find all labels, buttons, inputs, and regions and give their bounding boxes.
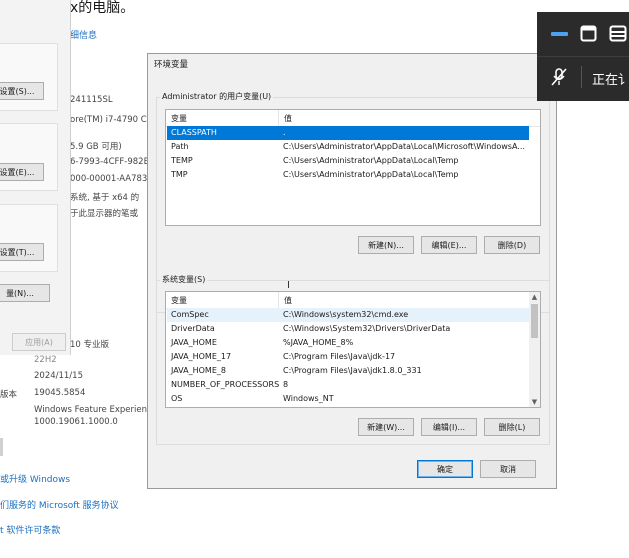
os-build-value: 19045.5854 — [34, 388, 86, 398]
upgrade-windows-link[interactable]: 或升级 Windows — [0, 472, 70, 485]
column-variable[interactable]: 变量 — [171, 113, 187, 124]
system-variables-list[interactable]: 变量 值 ComSpec C:\Windows\system32\cmd.exe… — [165, 291, 541, 408]
column-variable[interactable]: 变量 — [171, 295, 187, 306]
profiles-settings-button[interactable]: 设置(E)... — [0, 163, 44, 181]
ram-fragment: 5.9 GB 可用) — [70, 142, 122, 152]
table-row[interactable]: JAVA_HOME %JAVA_HOME_8% — [167, 336, 530, 350]
column-value[interactable]: 值 — [284, 295, 292, 306]
variable-value: Windows_NT — [283, 394, 334, 403]
user-new-button[interactable]: 新建(N)... — [358, 236, 414, 254]
system-type-fragment: 系统, 基于 x64 的 — [70, 193, 140, 203]
table-row[interactable]: OS Windows_NT — [167, 392, 530, 406]
variable-value: C:\Windows\System32\Drivers\DriverData — [283, 324, 451, 333]
text-cursor-icon: I — [287, 280, 290, 291]
edition-value: 10 专业版 — [70, 340, 110, 350]
page-title-fragment: х的电脑。 — [70, 0, 135, 16]
table-row[interactable]: TEMP C:\Users\Administrator\AppData\Loca… — [167, 154, 529, 168]
apply-button[interactable]: 应用(A) — [12, 333, 66, 351]
user-variables-list[interactable]: 变量 值 CLASSPATH . Path C:\Users\Administr… — [165, 109, 541, 226]
scroll-up-icon[interactable]: ▲ — [529, 292, 540, 302]
table-row[interactable]: DriverData C:\Windows\System32\Drivers\D… — [167, 322, 530, 336]
list-header: 变量 值 — [166, 292, 529, 309]
variable-value: C:\Program Files\Java\jdk1.8.0_331 — [283, 366, 422, 375]
column-separator[interactable] — [278, 110, 279, 126]
version-value: 22H2 — [34, 355, 57, 365]
variable-name: Path — [171, 142, 189, 151]
variable-name: JAVA_HOME_17 — [171, 352, 232, 361]
variable-value: C:\Program Files\Java\jdk-17 — [283, 352, 396, 361]
user-variables-label: Administrator 的用户变量(U) — [160, 91, 274, 102]
variable-value: C:\Users\Administrator\AppData\Local\Tem… — [283, 170, 459, 179]
system-delete-button[interactable]: 删除(L) — [484, 418, 540, 436]
environment-variables-button[interactable]: 量(N)... — [0, 284, 50, 302]
system-variables-label: 系统变量(S) — [160, 274, 208, 285]
os-build-label: 版本 — [0, 390, 18, 400]
list-header: 变量 值 — [166, 110, 540, 127]
menu-icon[interactable] — [609, 25, 627, 42]
vertical-scrollbar[interactable]: ▲ ▼ — [529, 292, 540, 407]
flyout-separator — [581, 66, 582, 88]
experience-value: 1000.19061.1000.0 — [34, 417, 118, 427]
scroll-down-icon[interactable]: ▼ — [529, 397, 540, 407]
variable-name: ComSpec — [171, 310, 209, 319]
variable-value: C:\Windows\system32\cmd.exe — [283, 310, 409, 319]
microphone-muted-icon[interactable] — [551, 68, 567, 86]
install-date-value: 2024/11/15 — [34, 371, 83, 381]
table-row[interactable]: NUMBER_OF_PROCESSORS 8 — [167, 378, 530, 392]
processor-fragment: ore(TM) i7-4790 CF — [70, 115, 152, 125]
user-delete-button[interactable]: 删除(D) — [484, 236, 540, 254]
flyout-divider — [537, 56, 629, 57]
table-row[interactable]: ComSpec C:\Windows\system32\cmd.exe — [167, 308, 530, 322]
environment-variables-dialog: 环境变量 Administrator 的用户变量(U) 变量 值 CLASSPA… — [147, 53, 557, 489]
dialog-title: 环境变量 — [154, 60, 189, 70]
minimize-icon[interactable] — [551, 30, 569, 38]
product-id2-fragment: 000-00001-AA783 — [70, 174, 148, 184]
variable-name: OS — [171, 394, 183, 403]
product-id-fragment: 241115SL — [70, 95, 113, 105]
column-value[interactable]: 值 — [284, 113, 292, 124]
service-agreement-link[interactable]: 们服务的 Microsoft 服务协议 — [0, 498, 119, 511]
table-row[interactable]: TMP C:\Users\Administrator\AppData\Local… — [167, 168, 529, 182]
variable-name: JAVA_HOME — [171, 338, 217, 347]
system-new-button[interactable]: 新建(W)... — [358, 418, 414, 436]
pen-touch-fragment: 于此显示器的笔或 — [70, 209, 139, 219]
recording-flyout: 正在讠 — [537, 12, 629, 101]
details-link[interactable]: 细信息 — [70, 28, 97, 41]
table-row[interactable]: Path C:\Users\Administrator\AppData\Loca… — [167, 140, 529, 154]
window-icon[interactable] — [580, 25, 597, 42]
variable-value: %JAVA_HOME_8% — [283, 338, 354, 347]
variable-name: CLASSPATH — [171, 128, 217, 137]
variable-name: NUMBER_OF_PROCESSORS — [171, 380, 280, 389]
variable-name: JAVA_HOME_8 — [171, 366, 226, 375]
user-edit-button[interactable]: 编辑(E)... — [421, 236, 477, 254]
variable-name: TMP — [171, 170, 188, 179]
device-id-fragment: 6-7993-4CFF-982B — [70, 157, 150, 167]
performance-group — [0, 43, 58, 111]
variable-value: 8 — [283, 380, 289, 389]
variable-value: C:\Users\Administrator\AppData\Local\Tem… — [283, 156, 459, 165]
variable-value: . — [283, 128, 286, 137]
scrollbar-thumb[interactable] — [531, 304, 538, 338]
experience-label: Windows Feature Experienc — [34, 405, 152, 415]
ok-button[interactable]: 确定 — [417, 460, 473, 478]
flyout-toolbar — [537, 12, 629, 56]
startup-recovery-group — [0, 204, 58, 272]
column-separator[interactable] — [278, 292, 279, 308]
status-text: 正在讠 — [592, 73, 629, 88]
performance-settings-button[interactable]: 设置(S)... — [0, 82, 44, 100]
variable-name: DriverData — [171, 324, 215, 333]
variable-value: C:\Users\Administrator\AppData\Local\Mic… — [283, 142, 525, 151]
table-row[interactable]: JAVA_HOME_17 C:\Program Files\Java\jdk-1… — [167, 350, 530, 364]
divider — [0, 438, 3, 456]
startup-settings-button[interactable]: 设置(T)... — [0, 243, 44, 261]
license-terms-link[interactable]: t 软件许可条款 — [0, 523, 60, 536]
cancel-button[interactable]: 取消 — [480, 460, 536, 478]
system-edit-button[interactable]: 编辑(I)... — [421, 418, 477, 436]
table-row[interactable]: JAVA_HOME_8 C:\Program Files\Java\jdk1.8… — [167, 364, 530, 378]
variable-name: TEMP — [171, 156, 193, 165]
table-row[interactable]: CLASSPATH . — [167, 126, 529, 140]
